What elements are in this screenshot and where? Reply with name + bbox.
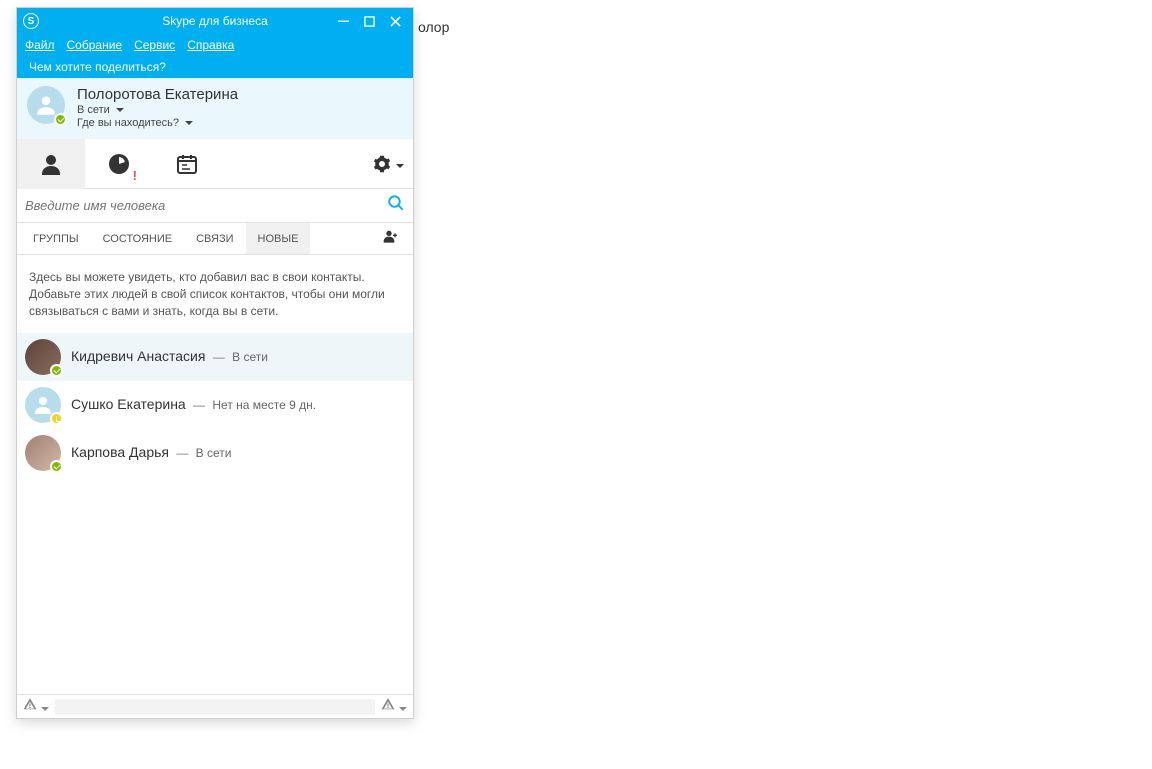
title-bar[interactable]: S Skype для бизнеса <box>17 8 413 34</box>
me-area: Полоротова Екатерина В сети Где вы наход… <box>17 78 413 139</box>
person-icon <box>39 152 63 176</box>
filter-new[interactable]: НОВЫЕ <box>246 223 311 254</box>
footer-warning-left[interactable] <box>23 697 49 716</box>
menu-help[interactable]: Справка <box>187 38 234 52</box>
contact-avatar <box>25 387 61 423</box>
filter-groups[interactable]: ГРУППЫ <box>21 223 91 254</box>
contact-status-text: В сети <box>196 446 232 460</box>
contact-label: Сушко Екатерина — Нет на месте 9 дн. <box>71 396 316 414</box>
app-icon: S <box>23 13 39 29</box>
nav-tabs: ! <box>17 139 413 189</box>
footer-bar <box>17 694 413 718</box>
filter-status[interactable]: СОСТОЯНИЕ <box>91 223 185 254</box>
chevron-down-icon <box>396 698 407 716</box>
minimize-button[interactable] <box>337 15 349 27</box>
menu-file[interactable]: Файл <box>25 38 55 52</box>
separator: — <box>209 350 228 364</box>
footer-spacer <box>55 699 375 715</box>
filter-relations[interactable]: СВЯЗИ <box>184 223 245 254</box>
add-person-icon <box>383 228 399 244</box>
contact-status-indicator <box>50 364 63 377</box>
search-row <box>17 189 413 223</box>
info-text: Здесь вы можете увидеть, кто добавил вас… <box>17 255 413 333</box>
chevron-down-icon <box>38 698 49 716</box>
contact-avatar <box>25 435 61 471</box>
chevron-down-icon <box>393 155 404 173</box>
contact-avatar <box>25 339 61 375</box>
background-fragment: олор <box>418 19 449 35</box>
contact-row[interactable]: Карпова Дарья — В сети <box>17 429 413 477</box>
contact-name: Кидревич Анастасия <box>71 348 205 364</box>
filter-row: ГРУППЫ СОСТОЯНИЕ СВЯЗИ НОВЫЕ <box>17 223 413 255</box>
calendar-icon <box>175 152 199 176</box>
add-contact-button[interactable] <box>373 228 409 249</box>
contact-status-indicator <box>50 412 63 425</box>
separator: — <box>173 446 192 460</box>
alert-icon: ! <box>133 168 137 183</box>
contact-status-text: В сети <box>232 350 268 364</box>
window-controls <box>337 15 407 27</box>
my-status-dropdown[interactable]: В сети <box>77 104 238 116</box>
search-input[interactable] <box>25 198 387 213</box>
warning-icon <box>381 697 395 716</box>
my-location-dropdown[interactable]: Где вы находитесь? <box>77 117 238 129</box>
skype-window: S Skype для бизнеса Файл Собрание Сервис… <box>16 7 414 719</box>
menu-meeting[interactable]: Собрание <box>67 38 123 52</box>
warning-icon <box>23 697 37 716</box>
search-icon[interactable] <box>387 194 405 217</box>
contact-name: Карпова Дарья <box>71 444 169 460</box>
contact-row[interactable]: Сушко Екатерина — Нет на месте 9 дн. <box>17 381 413 429</box>
my-avatar[interactable] <box>27 86 65 124</box>
menu-bar: Файл Собрание Сервис Справка <box>17 34 413 56</box>
clock-icon <box>107 152 131 176</box>
contact-label: Кидревич Анастасия — В сети <box>71 348 268 366</box>
contact-list: Кидревич Анастасия — В сети Сушко Екатери… <box>17 333 413 694</box>
separator: — <box>190 398 209 412</box>
share-prompt-bar[interactable]: Чем хотите поделиться? <box>17 56 413 78</box>
contact-status-text: Нет на месте 9 дн. <box>212 398 316 412</box>
contact-label: Карпова Дарья — В сети <box>71 444 231 462</box>
contact-name: Сушко Екатерина <box>71 396 186 412</box>
menu-tools[interactable]: Сервис <box>134 38 175 52</box>
settings-dropdown[interactable] <box>363 155 413 173</box>
close-button[interactable] <box>389 15 401 27</box>
my-status-indicator <box>54 113 67 126</box>
contact-status-indicator <box>50 460 63 473</box>
contact-row[interactable]: Кидревич Анастасия — В сети <box>17 333 413 381</box>
gear-icon <box>373 155 391 173</box>
tab-conversations[interactable]: ! <box>85 139 153 189</box>
my-name[interactable]: Полоротова Екатерина <box>77 86 238 103</box>
footer-warning-right[interactable] <box>381 697 407 716</box>
maximize-button[interactable] <box>363 15 375 27</box>
tab-meetings[interactable] <box>153 139 221 189</box>
tab-contacts[interactable] <box>17 139 85 189</box>
